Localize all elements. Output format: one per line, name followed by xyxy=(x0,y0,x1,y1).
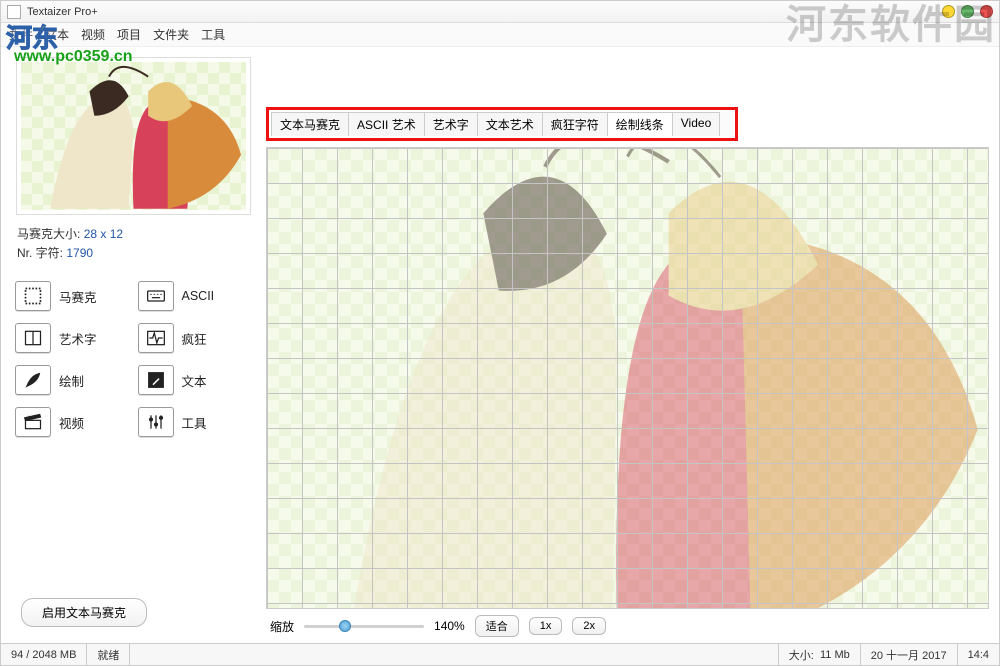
book-icon xyxy=(15,323,51,353)
tool-utils-label: 工具 xyxy=(182,413,207,432)
tool-artfont-label: 艺术字 xyxy=(59,329,97,348)
tab-text-mosaic[interactable]: 文本马赛克 xyxy=(271,112,349,136)
thumbnail[interactable] xyxy=(21,62,246,210)
menu-video[interactable]: 视频 xyxy=(81,26,105,43)
status-state: 就绪 xyxy=(87,644,130,665)
tool-crazy[interactable]: 疯狂 xyxy=(138,323,253,353)
clapper-icon xyxy=(15,407,51,437)
tab-text-art[interactable]: 文本艺术 xyxy=(477,112,543,136)
tool-grid: 马赛克 ASCII 艺术字 疯狂 绘制 xyxy=(13,281,254,437)
sliders-icon xyxy=(138,407,174,437)
char-count-value: 1790 xyxy=(66,246,93,260)
zoom-1x-button[interactable]: 1x xyxy=(529,617,563,635)
zoom-slider[interactable] xyxy=(304,618,424,634)
tool-ascii-label: ASCII xyxy=(182,289,215,303)
tool-draw-label: 绘制 xyxy=(59,371,84,390)
feather-icon xyxy=(15,365,51,395)
content-area: 马赛克大小: 28 x 12 Nr. 字符: 1790 马赛克 ASCII 艺术… xyxy=(1,47,999,643)
run-mosaic-button[interactable]: 启用文本马赛克 xyxy=(21,598,147,627)
mosaic-icon xyxy=(15,281,51,311)
tool-ascii[interactable]: ASCII xyxy=(138,281,253,311)
tool-artfont[interactable]: 艺术字 xyxy=(15,323,130,353)
tool-utils[interactable]: 工具 xyxy=(138,407,253,437)
zoom-value: 140% xyxy=(434,619,465,633)
tool-text[interactable]: 文本 xyxy=(138,365,253,395)
status-memory: 94 / 2048 MB xyxy=(1,644,87,665)
zoom-slider-track xyxy=(304,625,424,628)
status-spacer xyxy=(130,644,778,665)
tab-draw-lines[interactable]: 绘制线条 xyxy=(607,112,673,136)
tool-mosaic-label: 马赛克 xyxy=(59,287,97,306)
tabs-highlight-annotation: 文本马赛克 ASCII 艺术 艺术字 文本艺术 疯狂字符 绘制线条 Video xyxy=(266,107,738,141)
tab-ascii-art[interactable]: ASCII 艺术 xyxy=(348,112,425,136)
app-window: Textaizer Pro+ 文件 文本 视频 项目 文件夹 工具 xyxy=(0,0,1000,666)
canvas-grid-overlay xyxy=(267,148,988,608)
menu-folder[interactable]: 文件夹 xyxy=(153,26,189,43)
tab-crazy-chars[interactable]: 疯狂字符 xyxy=(542,112,608,136)
watermark-brand: 河东软件园 xyxy=(786,0,996,50)
thumbnail-frame xyxy=(16,57,251,215)
tool-draw[interactable]: 绘制 xyxy=(15,365,130,395)
pulse-icon xyxy=(138,323,174,353)
main-panel: 文本马赛克 ASCII 艺术 艺术字 文本艺术 疯狂字符 绘制线条 Video xyxy=(266,47,999,643)
tab-video[interactable]: Video xyxy=(672,112,720,136)
menu-tools[interactable]: 工具 xyxy=(201,26,225,43)
zoom-2x-button[interactable]: 2x xyxy=(572,617,606,635)
status-size: 大小: 11 Mb xyxy=(779,644,861,665)
tool-video[interactable]: 视频 xyxy=(15,407,130,437)
tool-mosaic[interactable]: 马赛克 xyxy=(15,281,130,311)
statusbar: 94 / 2048 MB 就绪 大小: 11 Mb 20 十一月 2017 14… xyxy=(1,643,999,665)
pencil-icon xyxy=(138,365,174,395)
canvas[interactable] xyxy=(266,147,989,609)
thumbnail-art xyxy=(21,62,246,209)
mosaic-size-value: 28 x 12 xyxy=(84,227,123,241)
status-time: 14:4 xyxy=(958,644,999,665)
tab-art-font[interactable]: 艺术字 xyxy=(424,112,478,136)
tabs: 文本马赛克 ASCII 艺术 艺术字 文本艺术 疯狂字符 绘制线条 Video xyxy=(271,112,733,136)
watermark-url: www.pc0359.cn xyxy=(14,48,133,66)
sidebar: 马赛克大小: 28 x 12 Nr. 字符: 1790 马赛克 ASCII 艺术… xyxy=(1,47,266,643)
zoom-toolbar: 缩放 140% 适合 1x 2x xyxy=(266,609,989,637)
tool-text-label: 文本 xyxy=(182,371,207,390)
zoom-label: 缩放 xyxy=(270,618,294,635)
app-icon xyxy=(7,5,21,19)
status-date: 20 十一月 2017 xyxy=(861,644,958,665)
mosaic-size-label: 马赛克大小: xyxy=(17,227,80,241)
tool-crazy-label: 疯狂 xyxy=(182,329,207,348)
zoom-fit-button[interactable]: 适合 xyxy=(475,615,519,637)
keyboard-icon xyxy=(138,281,174,311)
char-count-label: Nr. 字符: xyxy=(17,246,63,260)
tool-video-label: 视频 xyxy=(59,413,84,432)
menu-project[interactable]: 项目 xyxy=(117,26,141,43)
zoom-slider-thumb[interactable] xyxy=(339,620,351,632)
image-info: 马赛克大小: 28 x 12 Nr. 字符: 1790 xyxy=(17,225,250,263)
